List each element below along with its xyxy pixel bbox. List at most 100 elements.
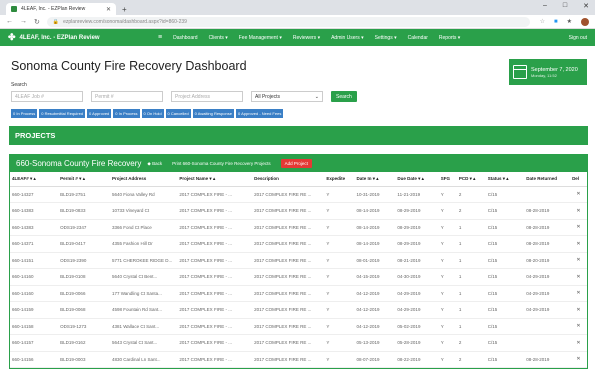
job-number-input[interactable]: 4LEAF Job # <box>11 91 83 102</box>
col-project-name-cell: 2017 COMPLEX FIRE - ... <box>177 285 253 302</box>
status-chip[interactable]: 0 Awaiting Response <box>192 109 234 118</box>
menu-item-reports[interactable]: Reports ▾ <box>439 35 460 41</box>
menu-item-reviewers[interactable]: Reviewers ▾ <box>293 35 320 41</box>
table-row[interactable]: 660-14383 ODS19-2347 3366 Fond Ct Place 201… <box>10 219 587 236</box>
col-sfg-cell: Y <box>438 186 457 203</box>
search-button[interactable]: Search <box>331 91 357 102</box>
table-row[interactable]: 660-14151 ODS19-2390 5771 CHEROKEE RIDGE D… <box>10 252 587 269</box>
status-chip[interactable]: 0 Resubmittal Required <box>39 109 86 118</box>
col-date-returned-header[interactable]: Date Returned <box>524 172 571 187</box>
maximize-button[interactable]: □ <box>563 2 567 10</box>
status-chip[interactable]: 0 Approved <box>87 109 112 118</box>
print-projects-button[interactable]: Print 660-Sonoma County Fire Recovery Pr… <box>172 161 271 166</box>
col-project-address-cell: 177 Wandling Ct Santa... <box>109 285 178 302</box>
forward-arrow-icon[interactable]: → <box>20 18 27 25</box>
delete-icon[interactable]: ✕ <box>570 334 587 352</box>
projects-table: 4LEAF# ▾ ▴ Permit # ▾ ▴ Project Address Pro… <box>10 172 587 368</box>
hamburger-icon[interactable]: ≡ <box>158 34 162 41</box>
delete-icon[interactable]: ✕ <box>570 252 587 269</box>
delete-icon[interactable]: ✕ <box>570 186 587 203</box>
new-tab-button[interactable]: + <box>122 5 127 14</box>
close-window-button[interactable]: ✕ <box>583 2 589 10</box>
profile-avatar[interactable] <box>581 17 589 26</box>
col-date-returned-cell: 04-29-2019 <box>524 268 571 286</box>
status-chip[interactable]: 0 In Process <box>113 109 140 118</box>
delete-icon[interactable]: ✕ <box>570 285 587 302</box>
menu-item-dashboard[interactable]: Dashboard <box>173 35 197 41</box>
table-row[interactable]: 660-14160 BLD19-0108 5640 Crystal Ct Bent.… <box>10 268 587 286</box>
delete-icon[interactable]: ✕ <box>570 318 587 335</box>
table-row[interactable]: 660-14160 BLD19-0066 177 Wandling Ct Santa… <box>10 285 587 302</box>
col-sfg-header[interactable]: SFG <box>438 172 457 187</box>
col-permit-number-header[interactable]: Permit # ▾ ▴ <box>58 172 110 187</box>
table-row[interactable]: 660-14371 BLD19-0417 4355 Fashion Hill Dr 2… <box>10 235 587 253</box>
col-description-cell: 2017 COMPLEX FIRE RE ... <box>252 268 325 286</box>
col-date-in-cell: 08-07-2019 <box>354 351 396 368</box>
calendar-icon <box>513 65 527 79</box>
permit-number-input[interactable]: Permit # <box>91 91 163 102</box>
table-row[interactable]: 660-14156 BLD19-0003 4830 Cardinal Ln Sant… <box>10 351 587 368</box>
col-date-in-header[interactable]: Date In ▾ ▴ <box>354 172 396 187</box>
col-expedite-header[interactable]: Expedite <box>324 172 355 187</box>
delete-icon[interactable]: ✕ <box>570 219 587 236</box>
delete-icon[interactable]: ✕ <box>570 301 587 319</box>
col-job-number-cell: 660-14159 <box>10 301 59 319</box>
table-row[interactable]: 660-14157 BLD19-0162 5643 Crystal Ct Sant.… <box>10 334 587 352</box>
col-pcd-cell: 1 <box>456 252 486 269</box>
address-bar[interactable]: 🔒 ezplanreview.com/sonoma/dashboard.aspx… <box>46 16 530 27</box>
back-button[interactable]: ◆ Back <box>147 161 162 167</box>
col-job-number-cell: 660-14157 <box>10 334 59 352</box>
col-due-date-cell: 04-29-2019 <box>395 301 439 319</box>
table-row[interactable]: 660-14159 BLD19-0068 4598 Fountain Rd Sant… <box>10 301 587 319</box>
minimize-button[interactable]: – <box>543 2 547 10</box>
col-description-header[interactable]: Description <box>252 172 325 187</box>
col-project-address-header[interactable]: Project Address <box>109 172 178 187</box>
col-date-returned-cell: 04-29-2019 <box>524 301 571 319</box>
col-description-cell: 2017 COMPLEX FIRE RE ... <box>252 334 325 352</box>
delete-icon[interactable]: ✕ <box>570 268 587 286</box>
menu-item-fee-management[interactable]: Fee Management ▾ <box>239 35 282 41</box>
col-job-number-header[interactable]: 4LEAF# ▾ ▴ <box>10 172 59 187</box>
menu-item-settings[interactable]: Settings ▾ <box>375 35 397 41</box>
menu-item-admin-users[interactable]: Admin Users ▾ <box>331 35 364 41</box>
table-row[interactable]: 660-14327 BLD19-2751 5640 Fiona Valley Rd 2… <box>10 186 587 203</box>
table-row[interactable]: 660-14383 BLD19-0833 10733 Vineyard Ct 2017… <box>10 202 587 220</box>
delete-icon[interactable]: ✕ <box>570 351 587 368</box>
star-icon[interactable]: ★ <box>567 18 572 25</box>
projects-panel: 660-Sonoma County Fire Recovery ◆ Back P… <box>9 154 588 369</box>
col-status-cell: C/15 <box>485 186 525 203</box>
table-row[interactable]: 660-14158 ODS19-1273 4381 Wallace Ct Sant.… <box>10 318 587 335</box>
add-project-button[interactable]: Add Project <box>280 159 312 168</box>
col-status-header[interactable]: Status ▾ ▴ <box>485 172 525 187</box>
window-controls: – □ ✕ <box>543 2 589 10</box>
status-chips: 0 In Process 0 Resubmittal Required 0 Ap… <box>11 109 584 118</box>
delete-icon[interactable]: ✕ <box>570 235 587 253</box>
project-filter-select[interactable]: All Projects ⌄ <box>251 91 323 102</box>
browser-tab[interactable]: 4LEAF, Inc. - EZPlan Review ✕ <box>6 3 116 15</box>
col-job-number-cell: 660-14160 <box>10 268 59 286</box>
signout-link[interactable]: Sign out <box>569 35 587 41</box>
col-project-name-header[interactable]: Project Name ▾ ▴ <box>177 172 253 187</box>
col-date-in-cell: 08-01-2019 <box>354 252 396 269</box>
status-chip[interactable]: 0 In Process <box>11 109 38 118</box>
reload-icon[interactable]: ↻ <box>34 18 40 26</box>
favicon-icon <box>11 6 17 12</box>
status-chip[interactable]: 0 Cancelled <box>165 109 191 118</box>
status-chip[interactable]: 0 Approved - Need Fees <box>235 109 284 118</box>
bookmark-star-icon[interactable]: ☆ <box>540 18 545 25</box>
status-chip[interactable]: 0 On Hold <box>141 109 164 118</box>
extension-icon[interactable]: ■ <box>554 19 558 25</box>
col-permit-number-cell: BLD19-0162 <box>58 334 110 352</box>
menu-item-calendar[interactable]: Calendar <box>408 35 428 41</box>
col-status-cell: C/15 <box>485 285 525 302</box>
delete-icon[interactable]: ✕ <box>570 202 587 220</box>
back-arrow-icon[interactable]: ← <box>6 18 13 25</box>
brand[interactable]: ✤ 4LEAF, Inc. - EZPlan Review <box>8 32 158 43</box>
col-pcd-header[interactable]: PCD ▾ ▴ <box>456 172 486 187</box>
project-address-input[interactable]: Project Address <box>171 91 243 102</box>
col-job-number-cell: 660-14327 <box>10 186 59 203</box>
menu-item-clients[interactable]: Clients ▾ <box>209 35 228 41</box>
tab-close-icon[interactable]: ✕ <box>106 6 111 13</box>
col-pcd-cell: 2 <box>456 202 486 220</box>
col-due-date-header[interactable]: Due Date ▾ ▴ <box>395 172 439 187</box>
